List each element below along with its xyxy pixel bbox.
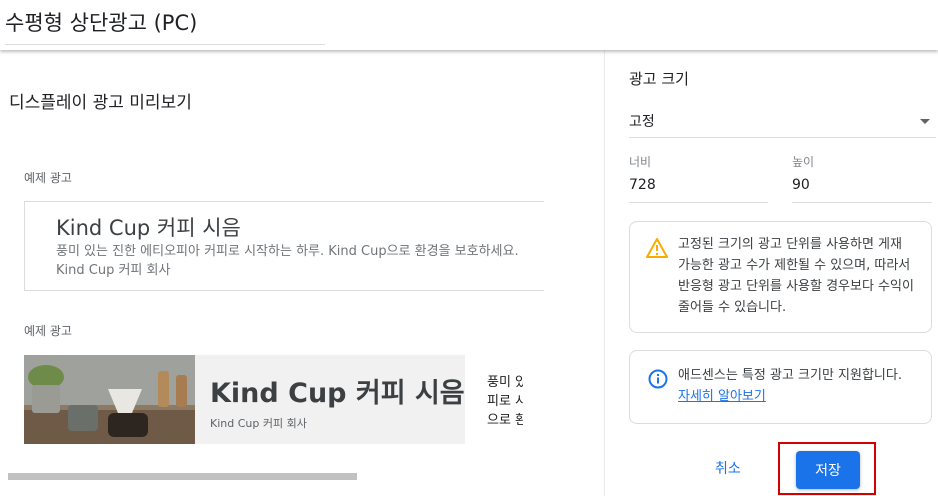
top-bar: 수평형 상단광고 (PC)	[0, 0, 938, 50]
settings-panel: 광고 크기 고정 너비 728 높이 90 고정된 크기의 광고 단위를 사용하…	[604, 50, 938, 496]
info-text: 애드센스는 특정 광고 크기만 지원합니다.	[678, 368, 902, 383]
ad-side-line: 피로 시	[487, 394, 523, 409]
image-ad-preview: Kind Cup 커피 시음 Kind Cup 커피 회사 풍미 있 피로 시 …	[24, 355, 524, 444]
horizontal-scrollbar[interactable]	[8, 473, 357, 480]
width-value: 728	[629, 177, 656, 193]
preview-panel: 디스플레이 광고 미리보기 예제 광고 Kind Cup 커피 시음 풍미 있는…	[0, 50, 604, 496]
ad-side-line: 풍미 있	[487, 375, 523, 390]
save-button-highlight: 저장	[778, 442, 876, 495]
height-label: 높이	[792, 155, 815, 169]
height-value: 90	[792, 177, 810, 193]
cancel-button[interactable]: 취소	[715, 458, 741, 478]
ad-size-title: 광고 크기	[629, 70, 689, 88]
example-ad-label: 예제 광고	[24, 324, 72, 338]
warning-icon	[646, 238, 668, 258]
warning-card: 고정된 크기의 광고 단위를 사용하면 게재 가능한 광고 수가 제한될 수 있…	[629, 221, 932, 333]
ad-headline: Kind Cup 커피 시음	[210, 378, 465, 409]
dropdown-arrow-icon	[920, 119, 930, 124]
ad-company: Kind Cup 커피 회사	[210, 417, 307, 430]
info-card: 애드센스는 특정 광고 크기만 지원합니다. 자세히 알아보기	[629, 350, 932, 424]
preview-title: 디스플레이 광고 미리보기	[9, 93, 192, 113]
learn-more-link[interactable]: 자세히 알아보기	[678, 389, 766, 404]
width-field[interactable]: 너비 728	[629, 153, 768, 203]
text-ad-preview: Kind Cup 커피 시음 풍미 있는 진한 에티오피아 커피로 시작하는 하…	[24, 201, 544, 291]
ad-side-text: 풍미 있 피로 시 으로 환	[465, 355, 524, 444]
info-icon	[648, 369, 668, 389]
warning-text: 고정된 크기의 광고 단위를 사용하면 게재 가능한 광고 수가 제한될 수 있…	[678, 237, 914, 315]
size-type-select[interactable]: 고정	[629, 106, 936, 138]
height-field[interactable]: 높이 90	[792, 153, 932, 203]
example-ad-label: 예제 광고	[24, 171, 72, 185]
ad-unit-name-field[interactable]: 수평형 상단광고 (PC)	[5, 9, 325, 45]
ad-side-line: 으로 환	[487, 413, 523, 428]
width-label: 너비	[629, 155, 652, 169]
info-text-block: 애드센스는 특정 광고 크기만 지원합니다. 자세히 알아보기	[678, 365, 916, 407]
coffee-image	[24, 355, 195, 444]
save-button[interactable]: 저장	[796, 451, 860, 489]
ad-headline: Kind Cup 커피 시음	[56, 216, 241, 240]
ad-description: 풍미 있는 진한 에티오피아 커피로 시작하는 하루. Kind Cup으로 환…	[56, 244, 519, 278]
size-type-value: 고정	[629, 114, 655, 130]
